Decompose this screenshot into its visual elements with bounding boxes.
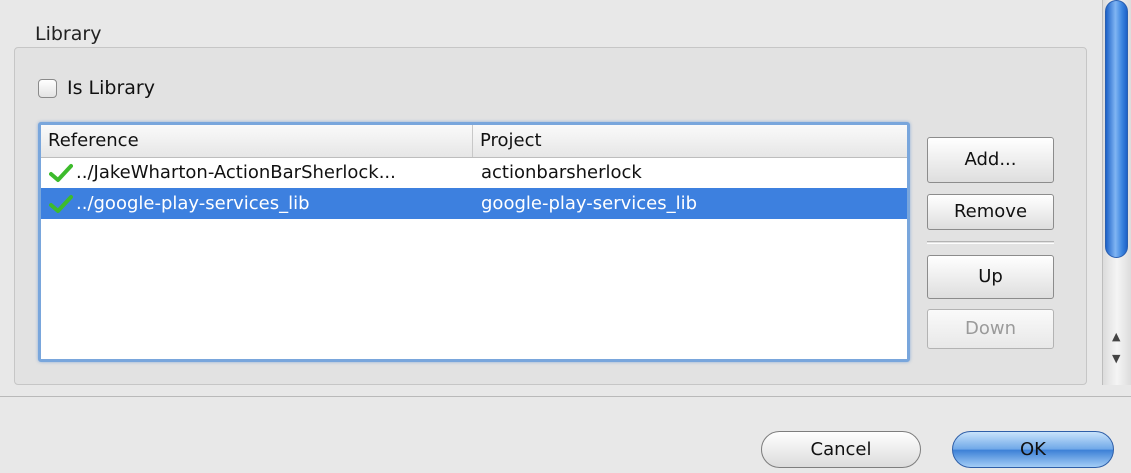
button-separator — [927, 241, 1054, 244]
column-header-project[interactable]: Project — [473, 125, 907, 157]
up-button[interactable]: Up — [927, 255, 1054, 299]
table-header: Reference Project — [41, 125, 907, 158]
scroll-up-arrow-icon[interactable]: ▲ — [1112, 330, 1120, 343]
ok-button[interactable]: OK — [952, 431, 1114, 468]
project-cell: actionbarsherlock — [481, 162, 642, 183]
scroll-down-arrow-icon[interactable]: ▼ — [1112, 352, 1120, 365]
cancel-button[interactable]: Cancel — [761, 431, 921, 468]
column-header-reference[interactable]: Reference — [41, 125, 473, 157]
library-section-title: Library — [35, 23, 102, 45]
table-row-selected[interactable]: ../google-play-services_lib google-play-… — [41, 188, 907, 219]
reference-cell: ../JakeWharton-ActionBarSherlock... — [76, 162, 396, 183]
library-reference-table[interactable]: Reference Project ../JakeWharton-ActionB… — [38, 122, 910, 362]
table-row[interactable]: ../JakeWharton-ActionBarSherlock... acti… — [41, 157, 907, 188]
down-button: Down — [927, 309, 1054, 349]
dialog-separator — [0, 396, 1131, 397]
is-library-label: Is Library — [67, 77, 155, 99]
add-button[interactable]: Add... — [927, 137, 1054, 183]
project-cell: google-play-services_lib — [481, 193, 698, 214]
remove-button[interactable]: Remove — [927, 194, 1054, 230]
check-icon — [49, 163, 73, 182]
reference-cell: ../google-play-services_lib — [76, 193, 310, 214]
is-library-checkbox[interactable] — [38, 78, 57, 98]
scrollbar-thumb[interactable] — [1105, 0, 1128, 258]
is-library-option[interactable]: Is Library — [38, 77, 155, 99]
check-icon — [49, 194, 73, 213]
